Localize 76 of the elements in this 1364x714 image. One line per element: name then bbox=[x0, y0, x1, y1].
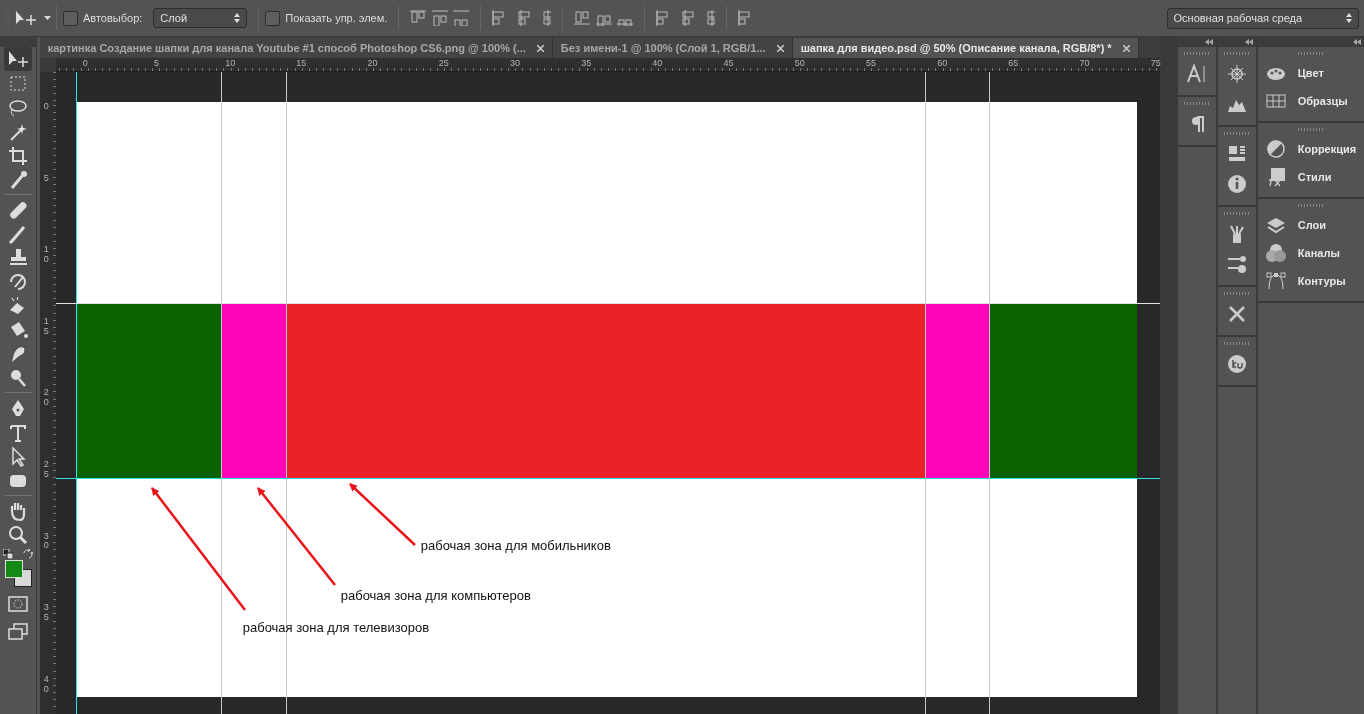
ruler-label: 60 bbox=[937, 59, 948, 68]
ruler-label: 5 bbox=[153, 59, 159, 68]
show-controls-label: Показать упр. элем. bbox=[285, 10, 388, 26]
close-icon[interactable] bbox=[776, 44, 784, 52]
ku-badge-icon[interactable] bbox=[1226, 354, 1247, 374]
ruler-label: 25 bbox=[438, 59, 449, 68]
auto-select-label: Автовыбор: bbox=[83, 10, 143, 26]
collapse-icon[interactable] bbox=[1245, 39, 1253, 45]
ruler-label: 40 bbox=[652, 59, 663, 68]
align-icon[interactable] bbox=[410, 10, 427, 26]
ruler-label: 25 bbox=[42, 460, 50, 480]
brush-presets-icon[interactable] bbox=[1226, 254, 1247, 274]
screen-mode-icon[interactable] bbox=[8, 623, 28, 642]
checkbox[interactable] bbox=[62, 10, 78, 26]
ruler-label: 15 bbox=[296, 59, 307, 68]
ruler-label: 30 bbox=[42, 531, 50, 552]
layers-icon bbox=[1265, 215, 1286, 235]
panel-item[interactable]: Коррекция bbox=[1257, 135, 1364, 163]
ruler-label: 40 bbox=[42, 674, 50, 695]
move-tool-icon[interactable] bbox=[14, 9, 38, 27]
align-icon[interactable] bbox=[574, 10, 591, 26]
default-colors-icon[interactable] bbox=[2, 549, 13, 560]
document-tab[interactable]: картинка Создание шапки для канала Youtube #1 способ Photoshop CS6.png @ 100% (... bbox=[39, 38, 553, 58]
annotation-text: рабочая зона для компьютеров bbox=[340, 587, 531, 605]
ruler-label: 20 bbox=[42, 388, 50, 409]
updown-icon bbox=[234, 13, 241, 23]
swatches-grid-icon bbox=[1265, 91, 1286, 111]
layer-select[interactable]: Слой bbox=[153, 8, 248, 28]
document-tab[interactable]: шапка для видео.psd @ 50% (Описание канала, RGB/8*) * bbox=[792, 38, 1139, 58]
align-icon[interactable] bbox=[453, 10, 470, 26]
ruler-label: 20 bbox=[367, 59, 378, 68]
character-panel-icon[interactable] bbox=[1186, 64, 1207, 84]
ruler-label: 35 bbox=[581, 59, 592, 68]
workspace-select[interactable]: Основная рабочая среда bbox=[1166, 7, 1359, 29]
color-swatches-drawing[interactable] bbox=[3, 559, 33, 588]
annotation-text: рабочая зона для телевизоров bbox=[242, 619, 430, 637]
close-icon[interactable] bbox=[1122, 44, 1130, 52]
panel-item[interactable]: Образцы bbox=[1257, 87, 1364, 115]
arrow bbox=[348, 483, 416, 546]
panel-item[interactable]: Каналы bbox=[1257, 239, 1364, 267]
updown-icon bbox=[1345, 13, 1352, 23]
ruler-label: 55 bbox=[865, 59, 876, 68]
ruler-label: 10 bbox=[42, 245, 50, 265]
ship-wheel-icon[interactable] bbox=[1226, 64, 1247, 84]
panel-item[interactable]: Цвет bbox=[1257, 59, 1364, 87]
ruler-label: 10 bbox=[225, 59, 236, 68]
info-icon[interactable] bbox=[1226, 174, 1247, 194]
quick-mask-icon[interactable] bbox=[8, 595, 28, 614]
align-icon[interactable] bbox=[431, 10, 448, 26]
ruler-label: 35 bbox=[42, 603, 50, 623]
channels-icon bbox=[1265, 243, 1286, 263]
panel-item[interactable]: Стили bbox=[1257, 163, 1364, 191]
swap-arrows-icon[interactable] bbox=[23, 549, 34, 560]
ruler-label: 30 bbox=[509, 59, 520, 68]
document-tab[interactable]: Без имени-1 @ 100% (Слой 1, RGB/1... bbox=[552, 38, 793, 58]
ruler-label: 5 bbox=[42, 173, 50, 184]
cube-list-icon[interactable] bbox=[1226, 144, 1247, 164]
paths-icon bbox=[1265, 271, 1286, 291]
collapse-icon[interactable] bbox=[1353, 39, 1362, 45]
collapse-icon[interactable] bbox=[1205, 39, 1213, 45]
half-circle-icon bbox=[1265, 139, 1286, 159]
ruler-label: 0 bbox=[42, 102, 50, 112]
ruler-label: 65 bbox=[1008, 59, 1019, 68]
checkbox[interactable] bbox=[264, 10, 280, 26]
panel-item[interactable]: Слои bbox=[1257, 211, 1364, 239]
ruler-label: 45 bbox=[723, 59, 734, 68]
annotation-text: рабочая зона для мобильников bbox=[420, 537, 611, 555]
panel-item[interactable]: Контуры bbox=[1257, 267, 1364, 295]
caret-icon[interactable] bbox=[43, 16, 51, 20]
ruler-label: 50 bbox=[794, 59, 805, 68]
ruler-label: 15 bbox=[42, 316, 50, 337]
ruler-label: 70 bbox=[1079, 59, 1090, 68]
ruler-label: 0 bbox=[82, 59, 88, 68]
ruler-label: 75 bbox=[1150, 59, 1161, 68]
close-icon[interactable] bbox=[536, 44, 544, 52]
tools-icon[interactable] bbox=[1226, 304, 1247, 324]
